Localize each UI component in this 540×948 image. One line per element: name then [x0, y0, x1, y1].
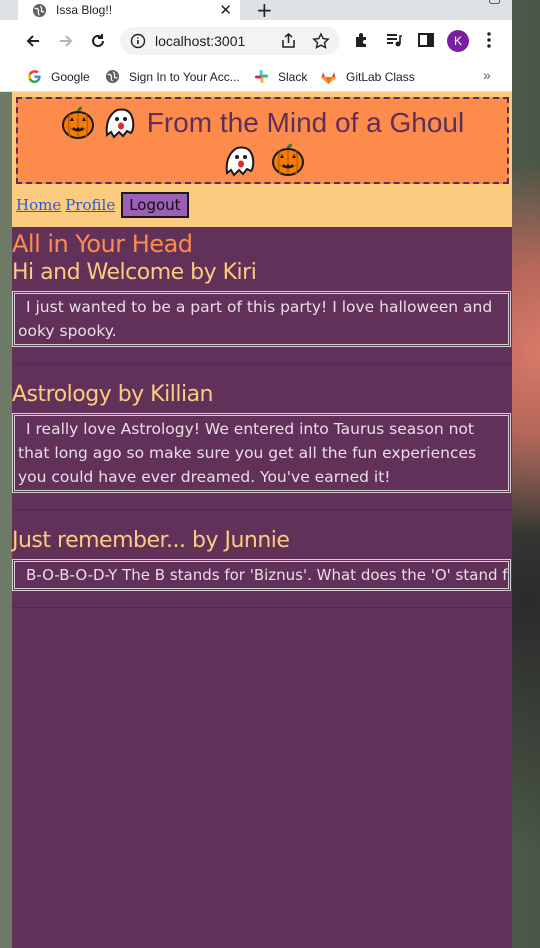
- slack-icon: [254, 69, 269, 84]
- maximize-icon[interactable]: ▢: [488, 0, 501, 6]
- post-divider: [12, 363, 512, 364]
- globe-icon: [105, 69, 120, 84]
- site-header: From the Mind of a Ghoul Home Profile Lo…: [12, 92, 512, 227]
- reload-button[interactable]: [87, 30, 109, 52]
- media-icon[interactable]: [385, 31, 403, 49]
- tab-active[interactable]: Issa Blog!! ✕: [18, 0, 240, 20]
- banner-line-1: From the Mind of a Ghoul: [18, 105, 507, 141]
- posts-section: All in Your Head Hi and Welcome by Kiri …: [12, 227, 512, 608]
- toolbar: localhost:3001 K: [0, 20, 512, 62]
- star-icon[interactable]: [312, 32, 330, 50]
- post-divider: [12, 509, 512, 510]
- pumpkin-icon: [61, 106, 94, 139]
- address-bar[interactable]: localhost:3001: [120, 27, 340, 55]
- gitlab-icon: [321, 72, 336, 84]
- tab-title: Issa Blog!!: [56, 3, 113, 17]
- page-left-gutter: [0, 92, 12, 948]
- google-icon: [28, 70, 41, 84]
- site-nav: Home Profile Logout: [16, 192, 189, 218]
- post-item: Hi and Welcome by Kiri I just wanted to …: [12, 260, 512, 364]
- new-tab-icon[interactable]: +: [256, 0, 273, 22]
- share-icon[interactable]: [280, 32, 298, 50]
- avatar[interactable]: K: [447, 30, 469, 52]
- bookmark-slack[interactable]: Slack: [254, 69, 307, 84]
- browser-window: Issa Blog!! ✕ + — ▢ localhost:3001 K: [0, 0, 512, 948]
- post-title: Just remember... by Junnie: [12, 528, 290, 553]
- back-button[interactable]: [22, 30, 44, 52]
- bookmark-sign-in[interactable]: Sign In to Your Acc...: [105, 69, 240, 84]
- chevron-more-icon[interactable]: »: [483, 67, 491, 83]
- post-item: Astrology by Killian I really love Astro…: [12, 382, 512, 510]
- bookmark-label: GitLab Class: [346, 70, 415, 84]
- bookmark-label: Sign In to Your Acc...: [129, 69, 240, 84]
- extensions-icon[interactable]: [353, 31, 371, 49]
- page-content: From the Mind of a Ghoul Home Profile Lo…: [0, 92, 512, 948]
- logout-button[interactable]: Logout: [121, 192, 189, 218]
- banner-title: From the Mind of a Ghoul: [146, 107, 465, 138]
- bookmark-label: Slack: [278, 69, 308, 84]
- banner: From the Mind of a Ghoul: [16, 97, 509, 184]
- banner-line-2: [18, 143, 507, 179]
- post-title: Hi and Welcome by Kiri: [12, 260, 257, 285]
- forward-button[interactable]: [55, 30, 77, 52]
- avatar-initial: K: [453, 34, 462, 48]
- post-body: I really love Astrology! We entered into…: [12, 413, 511, 493]
- nav-profile-link[interactable]: Profile: [65, 196, 115, 214]
- arrow-left-icon: [26, 35, 39, 47]
- minimize-icon[interactable]: —: [436, 0, 450, 6]
- reload-icon: [92, 34, 104, 47]
- side-panel-icon[interactable]: [417, 31, 435, 49]
- pumpkin-icon: [271, 143, 304, 176]
- ghost-icon: [225, 146, 254, 177]
- arrow-right-icon: [60, 35, 73, 47]
- url-text: localhost:3001: [155, 33, 246, 49]
- post-title: Astrology by Killian: [12, 382, 214, 407]
- post-divider: [12, 607, 512, 608]
- nav-home-link[interactable]: Home: [16, 196, 61, 214]
- bookmark-google[interactable]: Google: [27, 69, 90, 84]
- bookmark-gitlab[interactable]: GitLab Class: [320, 69, 415, 85]
- close-icon[interactable]: ✕: [219, 1, 232, 19]
- kebab-menu-icon[interactable]: [482, 31, 496, 49]
- tab-strip: Issa Blog!! ✕ + — ▢: [0, 0, 512, 22]
- post-body: B-O-B-O-D-Y The B stands for 'Biznus'. W…: [12, 559, 511, 591]
- page-title: All in Your Head: [12, 230, 193, 258]
- bookmarks-bar: Google Sign In to Your Acc... Slack GitL…: [0, 62, 512, 92]
- info-icon: [130, 33, 146, 49]
- globe-icon: [32, 3, 47, 17]
- ghost-icon: [105, 108, 134, 139]
- post-body: I just wanted to be a part of this party…: [12, 291, 511, 347]
- post-item: Just remember... by Junnie B-O-B-O-D-Y T…: [12, 528, 512, 608]
- bookmark-label: Google: [51, 69, 90, 84]
